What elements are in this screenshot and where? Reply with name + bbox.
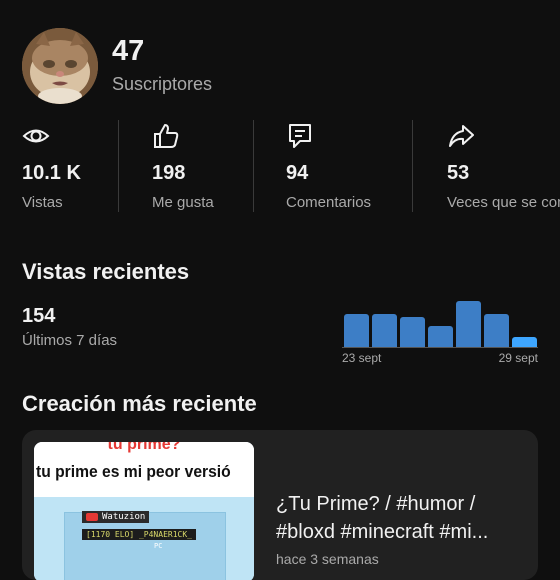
video-title[interactable]: ¿Tu Prime? / #humor / #bloxd #minecraft … <box>276 490 526 546</box>
video-thumbnail[interactable]: tu prime? tu prime es mi peor versió Wat… <box>34 442 254 580</box>
stat-shares-value: 53 <box>447 162 470 184</box>
stats-row: 10.1 K Vistas 198 Me gusta 94 Comentario… <box>0 118 560 214</box>
divider <box>253 120 254 212</box>
chart-bar <box>344 314 369 347</box>
subscriber-count: 47 <box>112 34 145 67</box>
comment-icon <box>289 124 311 148</box>
thumbnail-pc-tag: PC <box>154 542 163 550</box>
divider <box>412 120 413 212</box>
stat-likes-label: Me gusta <box>152 194 214 211</box>
latest-video-card[interactable]: tu prime? tu prime es mi peor versió Wat… <box>22 430 538 580</box>
recent-views-title: Vistas recientes <box>22 259 190 284</box>
stat-likes-value: 198 <box>152 162 186 184</box>
recent-views-count: 154 <box>22 305 56 327</box>
chart-bar <box>372 314 397 347</box>
recent-views-chart[interactable]: 23 sept 29 sept <box>340 296 540 366</box>
subscriber-label: Suscriptores <box>112 73 213 94</box>
thumbnail-tag-text: Watuzion <box>102 512 146 522</box>
thumbnail-elo-tag: [1170 ELO] _P4NAER1CK_ <box>82 529 196 540</box>
divider <box>118 120 119 212</box>
chart-bar <box>484 314 509 347</box>
chart-bar <box>428 326 453 347</box>
youtube-icon <box>86 513 98 521</box>
chart-bar <box>456 301 481 347</box>
chart-tick-label: 23 sept <box>342 351 382 365</box>
channel-header: 47 Suscriptores <box>22 28 212 104</box>
stat-shares[interactable]: 53 Veces que se compartió <box>447 118 560 214</box>
stat-comments-label: Comentarios <box>286 194 372 211</box>
eye-icon <box>22 129 50 143</box>
thumbnail-name-tag: Watuzion <box>82 511 150 523</box>
latest-creation-title: Creación más reciente <box>22 391 257 416</box>
stat-views-label: Vistas <box>22 194 63 211</box>
share-icon <box>449 125 474 147</box>
video-date: hace 3 semanas <box>276 551 379 567</box>
stat-comments-value: 94 <box>286 162 309 184</box>
stat-views-value: 10.1 K <box>22 162 81 184</box>
chart-bar <box>400 317 425 347</box>
recent-views-period: Últimos 7 días <box>22 332 118 349</box>
thumbs-up-icon <box>154 124 179 148</box>
chart-tick-label: 29 sept <box>498 351 538 365</box>
chart-bar <box>512 337 537 347</box>
chart-axis <box>342 347 538 348</box>
channel-avatar[interactable] <box>22 28 98 104</box>
thumbnail-caption: tu prime es mi peor versió <box>36 462 231 481</box>
thumbnail-top-text: tu prime? <box>107 442 181 453</box>
stat-shares-label: Veces que se compartió <box>447 194 560 211</box>
